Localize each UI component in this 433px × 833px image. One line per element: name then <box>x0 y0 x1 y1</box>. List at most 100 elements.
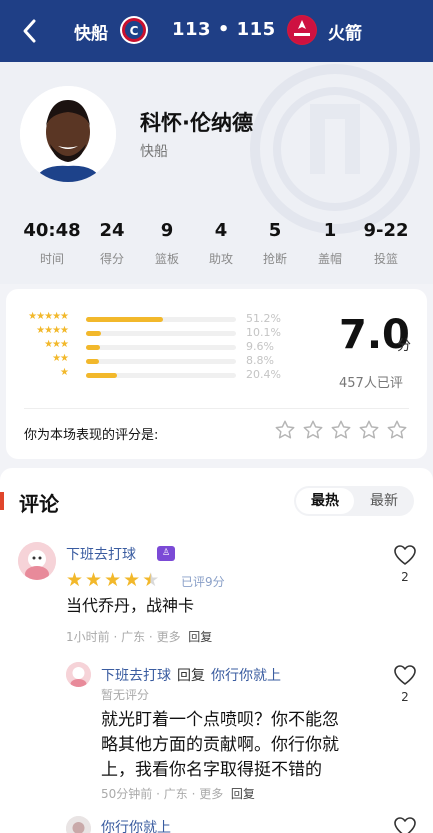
rating-row-4: ★★★★ 10.1% <box>6 325 306 339</box>
comment-time: 1小时前 <box>66 630 110 644</box>
player-avatar <box>20 86 116 182</box>
rating-row-2: ★★ 8.8% <box>6 353 306 367</box>
home-team-name[interactable]: 快船 <box>74 19 108 44</box>
stat-assists: 4 助攻 <box>191 220 251 267</box>
rating-percent: 20.4% <box>246 368 281 381</box>
rating-row-5: ★★★★★ 51.2% <box>6 311 306 325</box>
section-accent <box>0 492 4 510</box>
stat-points: 24 得分 <box>82 220 142 267</box>
reply-username[interactable]: 你行你就上 <box>101 817 171 833</box>
like-heart-icon[interactable] <box>393 664 417 686</box>
player-header: 科怀·伦纳德 快船 40:48 时间 24 得分 9 篮板 4 助攻 5 抢断 … <box>0 62 433 284</box>
reply-meta: 50分钟前 · 广东 · 更多 回复 <box>101 787 255 801</box>
score-unit: 分 <box>397 338 411 354</box>
stat-label: 投篮 <box>373 252 398 266</box>
stat-value: 4 <box>214 220 228 241</box>
player-name: 科怀·伦纳德 <box>140 111 253 135</box>
reply-button[interactable]: 回复 <box>231 787 255 801</box>
clippers-logo-icon: C <box>120 16 148 44</box>
sort-hot-tab[interactable]: 最热 <box>296 488 354 514</box>
stat-steals: 5 抢断 <box>245 220 305 267</box>
top-bar: 快船 C 113 • 115 火箭 <box>0 0 433 62</box>
stat-value: 1 <box>323 220 337 241</box>
divider <box>24 408 409 409</box>
comment-location: 广东 <box>121 630 146 644</box>
level-badge-icon: ♙ <box>157 546 175 561</box>
avatar[interactable] <box>18 542 56 580</box>
rating-bar-fill <box>86 373 117 378</box>
stat-label: 抢断 <box>262 252 287 266</box>
like-heart-icon[interactable] <box>393 816 417 833</box>
rating-bar-fill <box>86 317 163 322</box>
reply-time: 50分钟前 <box>101 787 153 801</box>
star-full-icon: ★ <box>123 569 141 591</box>
rated-score: 已评9分 <box>181 575 225 589</box>
star-full-icon: ★ <box>85 569 103 591</box>
star-half-icon: ★ <box>142 569 160 591</box>
rate-star-2-icon[interactable] <box>302 419 324 441</box>
more-link[interactable]: 更多 <box>199 787 223 801</box>
rating-percent: 10.1% <box>246 326 281 339</box>
reply-text: 就光盯着一个点喷呗？你不能忽 略其他方面的贡献啊。你行你就 上，我看你名字取得挺… <box>101 708 339 783</box>
stat-value: 9 <box>160 220 174 241</box>
stat-value: 9-22 <box>363 220 409 241</box>
rating-percent: 8.8% <box>246 354 274 367</box>
stat-minutes: 40:48 时间 <box>22 220 82 267</box>
rating-bar-fill <box>86 359 99 364</box>
user-rating-stars: ★ ★ ★ ★ ★ <box>66 569 160 591</box>
stat-rebounds: 9 篮板 <box>137 220 197 267</box>
stat-value: 40:48 <box>23 220 81 241</box>
reply-header: 下班去打球 回复 你行你就上 <box>101 665 281 685</box>
rating-bar-fill <box>86 345 100 350</box>
rating-bar-track <box>86 359 236 364</box>
rating-card: ★★★★★ 51.2% ★★★★ 10.1% ★★★ 9.6% ★★ 8.8% … <box>6 289 427 459</box>
stat-value: 24 <box>99 220 125 241</box>
stat-label: 盖帽 <box>317 252 342 266</box>
reply-text-line: 略其他方面的贡献啊。你行你就 <box>101 735 339 755</box>
back-arrow-icon[interactable] <box>16 14 44 48</box>
avatar[interactable] <box>66 662 91 687</box>
four-star-icon: ★★★★ <box>36 325 69 336</box>
comment-username[interactable]: 下班去打球 <box>66 544 136 564</box>
rate-star-3-icon[interactable] <box>330 419 352 441</box>
your-rating-stars <box>274 419 408 441</box>
svg-text:C: C <box>130 24 139 38</box>
more-link[interactable]: 更多 <box>157 630 181 644</box>
like-count: 2 <box>401 570 409 584</box>
star-full-icon: ★ <box>104 569 122 591</box>
rating-bar-track <box>86 345 236 350</box>
comment-meta: 1小时前 · 广东 · 更多 回复 <box>66 630 213 644</box>
five-star-icon: ★★★★★ <box>28 311 69 322</box>
sort-new-tab[interactable]: 最新 <box>356 488 412 514</box>
reply-location: 广东 <box>163 787 188 801</box>
rating-count: 457人已评 <box>339 376 403 391</box>
reply-button[interactable]: 回复 <box>188 630 212 644</box>
stat-value: 5 <box>268 220 282 241</box>
comment-text: 当代乔丹，战神卡 <box>66 596 195 615</box>
stat-label: 助攻 <box>208 252 233 266</box>
like-heart-icon[interactable] <box>393 544 417 566</box>
clippers-watermark-icon <box>250 64 420 234</box>
reply-text-line: 上，我看你名字取得挺不错的 <box>101 760 322 780</box>
rating-row-3: ★★★ 9.6% <box>6 339 306 353</box>
away-team-name[interactable]: 火箭 <box>328 19 362 44</box>
reply-target-username[interactable]: 你行你就上 <box>211 668 281 684</box>
rate-star-1-icon[interactable] <box>274 419 296 441</box>
comments-title: 评论 <box>19 492 59 516</box>
rockets-logo-icon <box>287 15 317 45</box>
rate-star-4-icon[interactable] <box>358 419 380 441</box>
reply-username[interactable]: 下班去打球 <box>101 668 171 684</box>
reply-text-line: 就光盯着一个点喷呗？你不能忽 <box>101 710 339 730</box>
stat-blocks: 1 盖帽 <box>300 220 360 267</box>
rating-percent: 9.6% <box>246 340 274 353</box>
two-star-icon: ★★ <box>52 353 69 364</box>
game-score: 113 • 115 <box>172 19 276 40</box>
rating-percent: 51.2% <box>246 312 281 325</box>
no-rating-text: 暂无评分 <box>101 688 150 702</box>
comments-section: 评论 最热 最新 下班去打球 ♙ ★ ★ ★ ★ ★ 已评9分 当代乔丹，战神卡… <box>0 468 433 833</box>
stat-label: 时间 <box>39 252 64 266</box>
avatar[interactable] <box>66 816 91 833</box>
rate-star-5-icon[interactable] <box>386 419 408 441</box>
rating-row-1: ★ 20.4% <box>6 367 306 381</box>
stat-shooting: 9-22 投篮 <box>356 220 416 267</box>
